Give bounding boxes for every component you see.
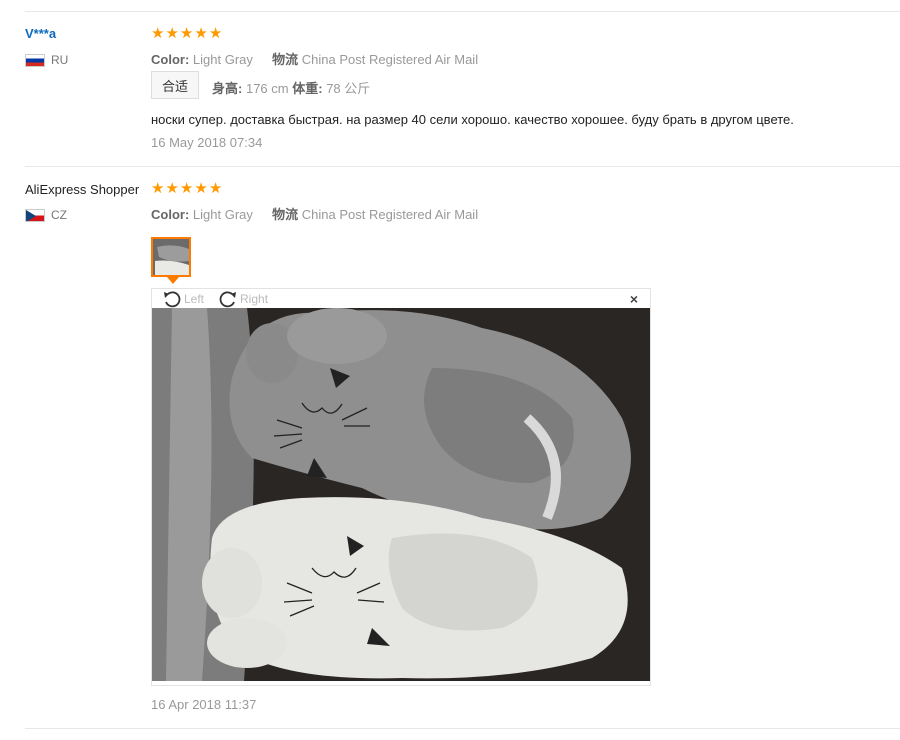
star-icon: ★ [194,180,208,197]
star-icon: ★ [165,180,179,197]
color-value: Light Gray [192,52,253,67]
viewer-toolbar: Left Right × [152,289,650,308]
height-label: 身高: [212,81,243,96]
thumbnail-pointer [167,277,179,284]
close-icon[interactable]: × [630,291,638,307]
review-photo-thumbnail[interactable] [151,237,191,277]
color-label: Color: [151,52,190,67]
rotate-left-icon [164,290,181,307]
reviewer-country: RU [25,53,68,67]
order-info: Color: Light Gray 物流 China Post Register… [151,49,478,68]
divider [25,728,900,729]
country-code: CZ [51,208,67,222]
reviewer-name: AliExpress Shopper [25,182,140,197]
star-icon: ★ [194,25,208,42]
fit-badge: 合适 [151,71,199,99]
weight-label: 体重: [292,81,323,96]
reviewer-country: CZ [25,208,67,222]
divider [25,11,900,12]
shipping-value: China Post Registered Air Mail [301,207,479,222]
shipping-label: 物流 [272,207,299,222]
star-icon: ★ [208,25,223,42]
shipping-label: 物流 [272,52,299,67]
socks-thumbnail-image [153,239,189,275]
review-photo [152,308,650,681]
star-icon: ★ [179,25,194,42]
star-rating: ★ ★ ★ ★ ★ [151,181,222,196]
review-date: 16 May 2018 07:34 [151,135,263,150]
star-icon: ★ [208,180,223,197]
star-rating: ★ ★ ★ ★ ★ [151,26,222,41]
country-code: RU [51,53,69,67]
rotate-right-icon [219,290,237,307]
height-value: 176 cm [245,81,289,96]
rotate-right-button[interactable]: Right [218,290,268,308]
photo-viewer: Left Right × [151,288,651,686]
order-info: Color: Light Gray 物流 China Post Register… [151,204,478,223]
review-date: 16 Apr 2018 11:37 [151,697,257,712]
reviewer-name[interactable]: V***a [25,26,56,41]
star-icon: ★ [165,25,179,42]
star-icon: ★ [151,25,165,42]
star-icon: ★ [179,180,194,197]
rotate-left-label: Left [184,291,205,306]
color-value: Light Gray [192,207,253,222]
review-text: носки супер. доставка быстрая. на размер… [151,112,794,127]
rotate-left-button[interactable]: Left [162,290,204,308]
shipping-value: China Post Registered Air Mail [301,52,479,67]
star-icon: ★ [151,180,165,197]
body-info: 身高: 176 cm 体重: 78 公斤 [212,78,370,97]
color-label: Color: [151,207,190,222]
czech-flag-icon [25,208,45,222]
divider [25,166,900,167]
russia-flag-icon [25,53,45,67]
rotate-right-label: Right [240,291,269,306]
weight-value: 78 公斤 [326,81,371,96]
